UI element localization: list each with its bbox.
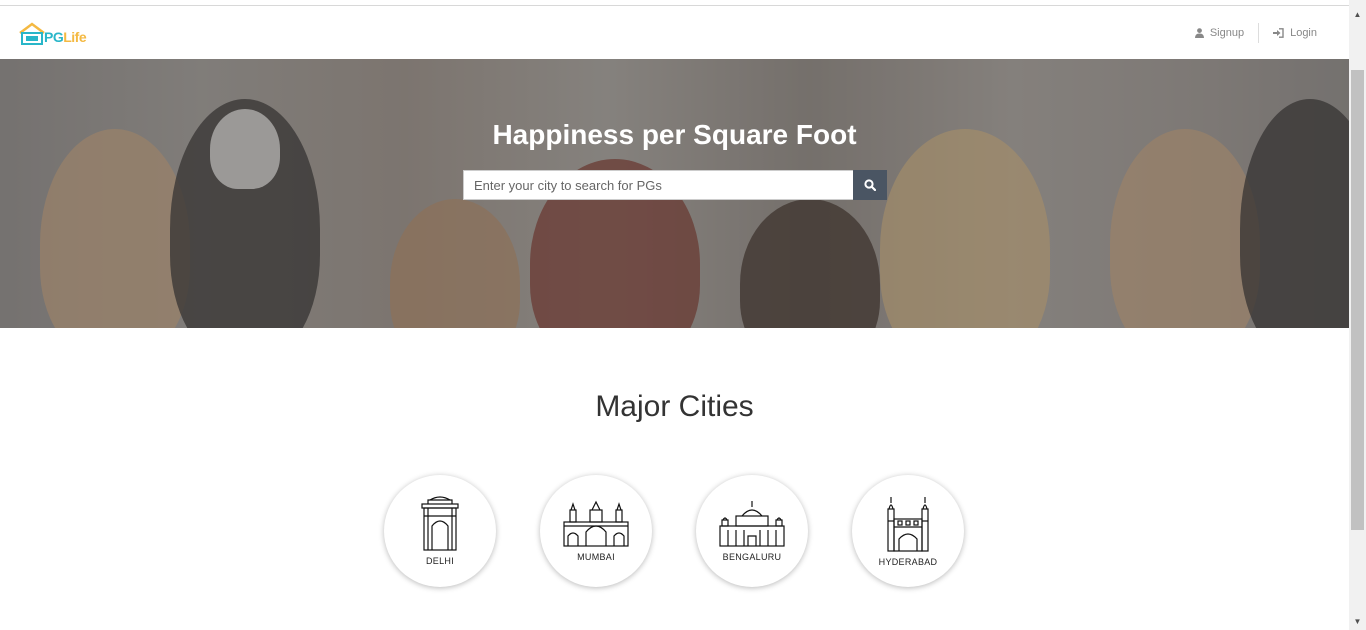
major-cities-heading: Major Cities [595, 390, 754, 423]
login-link[interactable]: Login [1259, 23, 1331, 43]
user-icon [1194, 27, 1204, 38]
city-card-hyderabad[interactable]: HYDERABAD [852, 475, 964, 587]
signup-link[interactable]: Signup [1181, 23, 1258, 43]
hero-banner: Happiness per Square Foot [0, 59, 1349, 328]
scroll-down-arrow-icon[interactable]: ▼ [1349, 613, 1366, 630]
vidhana-soudha-icon [719, 501, 785, 547]
city-list: DELHI MUMBAI BENGALURU HYDERABAD [384, 475, 964, 587]
scroll-up-arrow-icon[interactable]: ▲ [1349, 6, 1366, 23]
city-card-delhi[interactable]: DELHI [384, 475, 496, 587]
brand-name: PGLife [44, 29, 87, 45]
navbar: PGLife Signup Login [0, 6, 1349, 59]
search-icon [864, 179, 876, 191]
vertical-scrollbar[interactable]: ▲ ▼ [1349, 0, 1366, 630]
scrollbar-thumb[interactable] [1351, 70, 1364, 530]
city-label: MUMBAI [577, 552, 615, 562]
city-search [463, 170, 887, 200]
city-label: DELHI [425, 556, 454, 566]
charminar-icon [887, 497, 929, 552]
city-card-mumbai[interactable]: MUMBAI [540, 475, 652, 587]
brand-life: Life [63, 29, 87, 45]
signup-label: Signup [1209, 26, 1245, 39]
search-button[interactable] [853, 170, 887, 200]
brand-pg: PG [44, 29, 64, 45]
india-gate-icon [421, 496, 459, 551]
city-search-input[interactable] [463, 170, 853, 200]
nav-links: Signup Login [1181, 6, 1331, 59]
house-logo-icon [19, 22, 45, 45]
city-card-bengaluru[interactable]: BENGALURU [696, 475, 808, 587]
city-label: BENGALURU [722, 552, 782, 562]
hero-title: Happiness per Square Foot [492, 119, 857, 150]
sign-in-icon [1273, 27, 1284, 38]
login-label: Login [1290, 26, 1317, 39]
gateway-of-india-icon [563, 500, 629, 547]
brand-logo[interactable]: PGLife [18, 20, 98, 48]
city-label: HYDERABAD [878, 557, 938, 567]
